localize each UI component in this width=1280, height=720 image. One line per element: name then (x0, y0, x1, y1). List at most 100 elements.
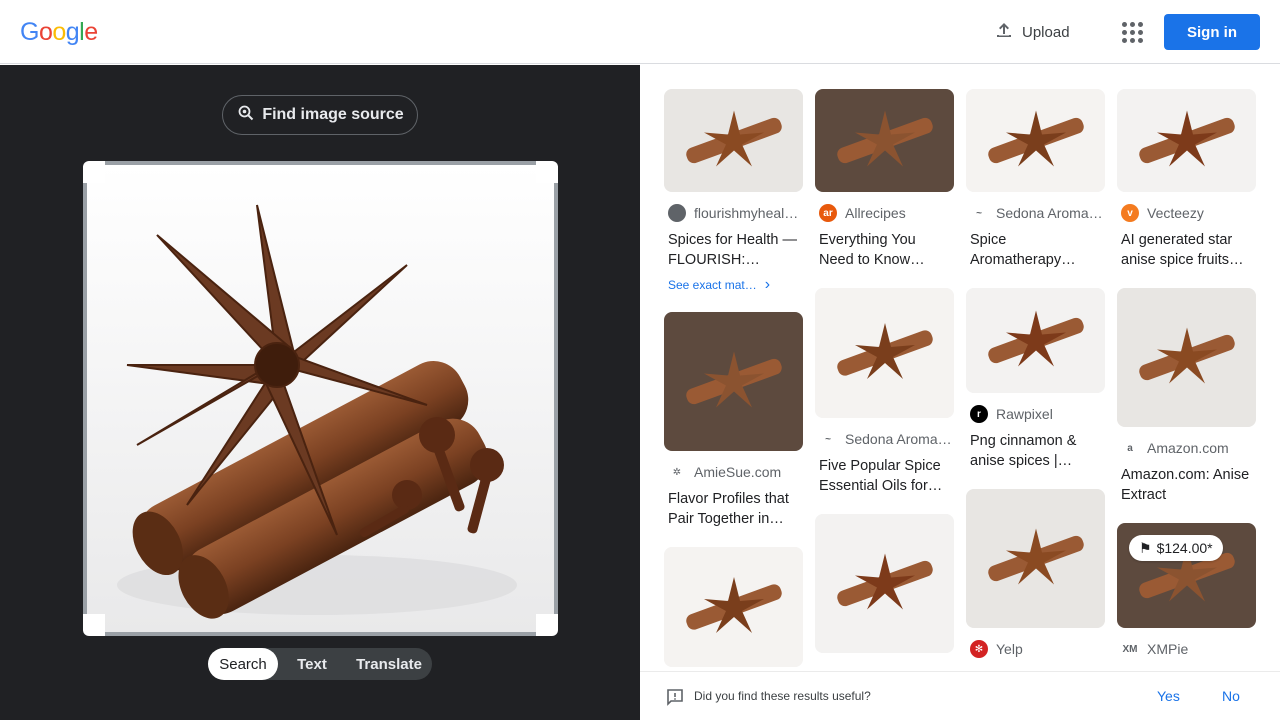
chevron-right-icon: › (764, 276, 771, 293)
result-card[interactable]: a Amazon.com Amazon.com: Anise Extract (1117, 288, 1256, 505)
result-source[interactable]: ~ Sedona Aroma… (966, 204, 1105, 222)
upload-button[interactable]: Upload (986, 16, 1078, 48)
price-badge: ⚑ $124.00* (1129, 535, 1223, 561)
source-name: Yelp (996, 641, 1023, 657)
result-title[interactable]: Amazon.com: Anise Extract (1117, 465, 1256, 505)
source-name: flourishmyheal… (694, 205, 799, 221)
result-thumbnail[interactable]: ⚑ $124.00* (1117, 523, 1256, 628)
result-source[interactable]: XM XMPie (1117, 640, 1256, 658)
query-image (87, 165, 554, 632)
result-source[interactable]: r Rawpixel (966, 405, 1105, 423)
find-image-source-button[interactable]: Find image source (222, 95, 418, 135)
crop-handle-top-left[interactable] (83, 161, 105, 183)
result-thumbnail[interactable] (815, 288, 954, 418)
result-thumbnail[interactable] (966, 89, 1105, 192)
google-logo[interactable]: Google (20, 18, 98, 47)
result-title[interactable]: AI generated star anise spice fruits… (1117, 230, 1256, 270)
result-card[interactable]: ~ Sedona Aroma… Spice Aromatherapy… (966, 89, 1105, 270)
site-favicon-icon (668, 204, 686, 222)
source-name: Allrecipes (845, 205, 906, 221)
result-source[interactable]: ✻ Yelp (966, 640, 1105, 658)
result-title[interactable]: Five Popular Spice Essential Oils for… (815, 456, 954, 496)
result-thumbnail[interactable] (664, 89, 803, 192)
source-name: Sedona Aroma… (996, 205, 1103, 221)
tab-search[interactable]: Search (208, 648, 278, 680)
result-title[interactable]: Everything You Need to Know… (815, 230, 954, 270)
result-thumbnail[interactable] (966, 288, 1105, 393)
logo-letter: o (52, 18, 66, 46)
google-apps-icon[interactable] (1116, 16, 1148, 48)
crop-edge-bottom[interactable] (105, 632, 536, 636)
result-title[interactable]: Spice Aromatherapy… (966, 230, 1105, 270)
result-title[interactable]: Flavor Profiles that Pair Together in… (664, 489, 803, 529)
result-card[interactable]: ✻ Yelp (966, 489, 1105, 658)
result-thumbnail[interactable] (664, 547, 803, 667)
result-thumbnail[interactable] (966, 489, 1105, 628)
logo-letter: g (65, 18, 80, 46)
result-card[interactable]: ~ Sedona Aroma… Five Popular Spice Essenti… (815, 288, 954, 496)
site-favicon-icon: ✻ (970, 640, 988, 658)
crop-handle-bottom-left[interactable] (83, 614, 105, 636)
site-favicon-icon: ar (819, 204, 837, 222)
results-column-1: flourishmyheal… Spices for Health — FLOUR… (664, 89, 803, 671)
see-exact-matches-label: See exact mat… (668, 278, 757, 292)
source-name: XMPie (1147, 641, 1189, 657)
site-favicon-icon: ✲ (668, 463, 686, 481)
feedback-yes-button[interactable]: Yes (1157, 688, 1180, 704)
result-card[interactable]: ar Allrecipes Everything You Need to Know… (815, 89, 954, 270)
site-favicon-icon: XM (1121, 640, 1139, 658)
source-name: Sedona Aroma… (845, 431, 952, 447)
result-title[interactable]: Spices for Health — FLOURISH:… (664, 230, 803, 270)
result-thumbnail[interactable] (815, 89, 954, 192)
source-name: Vecteezy (1147, 205, 1204, 221)
see-exact-matches-link[interactable]: See exact mat… › (664, 276, 803, 294)
result-source[interactable]: flourishmyheal… (664, 204, 803, 222)
results-column-4: v Vecteezy AI generated star anise spice f… (1117, 89, 1256, 671)
result-thumbnail[interactable] (815, 514, 954, 653)
find-image-source-label: Find image source (262, 106, 404, 123)
sign-in-button[interactable]: Sign in (1164, 14, 1260, 50)
query-image-panel: Find image source Search Text Translate (0, 65, 640, 720)
result-card[interactable]: flourishmyheal… Spices for Health — FLOUR… (664, 89, 803, 294)
site-favicon-icon: v (1121, 204, 1139, 222)
result-card[interactable]: v Vecteezy AI generated star anise spice f… (1117, 89, 1256, 270)
result-card[interactable] (664, 547, 803, 667)
result-card[interactable]: ✲ AmieSue.com Flavor Profiles that Pair To… (664, 312, 803, 529)
lens-search-icon (236, 103, 256, 128)
site-favicon-icon: ~ (970, 204, 988, 222)
result-thumbnail[interactable] (1117, 288, 1256, 427)
crop-handle-top-right[interactable] (536, 161, 558, 183)
result-source[interactable]: ✲ AmieSue.com (664, 463, 803, 481)
results-column-2: ar Allrecipes Everything You Need to Know…… (815, 89, 954, 671)
crop-edge-right[interactable] (554, 183, 558, 614)
feedback-no-button[interactable]: No (1222, 688, 1240, 704)
crop-handle-bottom-right[interactable] (536, 614, 558, 636)
feedback-icon (666, 688, 684, 711)
tag-icon: ⚑ (1139, 539, 1152, 556)
site-favicon-icon: a (1121, 439, 1139, 457)
result-card[interactable]: ⚑ $124.00* XM XMPie (1117, 523, 1256, 658)
result-thumbnail[interactable] (1117, 89, 1256, 192)
result-card[interactable]: r Rawpixel Png cinnamon & anise spices |… (966, 288, 1105, 471)
source-name: Amazon.com (1147, 440, 1229, 456)
result-source[interactable]: v Vecteezy (1117, 204, 1256, 222)
result-card[interactable] (815, 514, 954, 653)
visual-matches-grid: flourishmyheal… Spices for Health — FLOUR… (640, 65, 1280, 671)
result-source[interactable]: ar Allrecipes (815, 204, 954, 222)
source-name: AmieSue.com (694, 464, 782, 480)
upload-icon (994, 20, 1014, 44)
mode-tabs: Search Text Translate (208, 648, 432, 680)
feedback-question: Did you find these results useful? (694, 689, 871, 703)
logo-letter: e (84, 18, 98, 46)
result-title[interactable]: Png cinnamon & anise spices |… (966, 431, 1105, 471)
feedback-bar: Did you find these results useful? Yes N… (640, 671, 1280, 720)
logo-letter: G (20, 18, 39, 46)
result-source[interactable]: ~ Sedona Aroma… (815, 430, 954, 448)
results-column-3: ~ Sedona Aroma… Spice Aromatherapy… r Rawpix… (966, 89, 1105, 671)
tab-text[interactable]: Text (278, 648, 346, 680)
result-thumbnail[interactable] (664, 312, 803, 451)
tab-translate[interactable]: Translate (346, 648, 432, 680)
upload-label: Upload (1022, 23, 1070, 41)
site-favicon-icon: r (970, 405, 988, 423)
result-source[interactable]: a Amazon.com (1117, 439, 1256, 457)
